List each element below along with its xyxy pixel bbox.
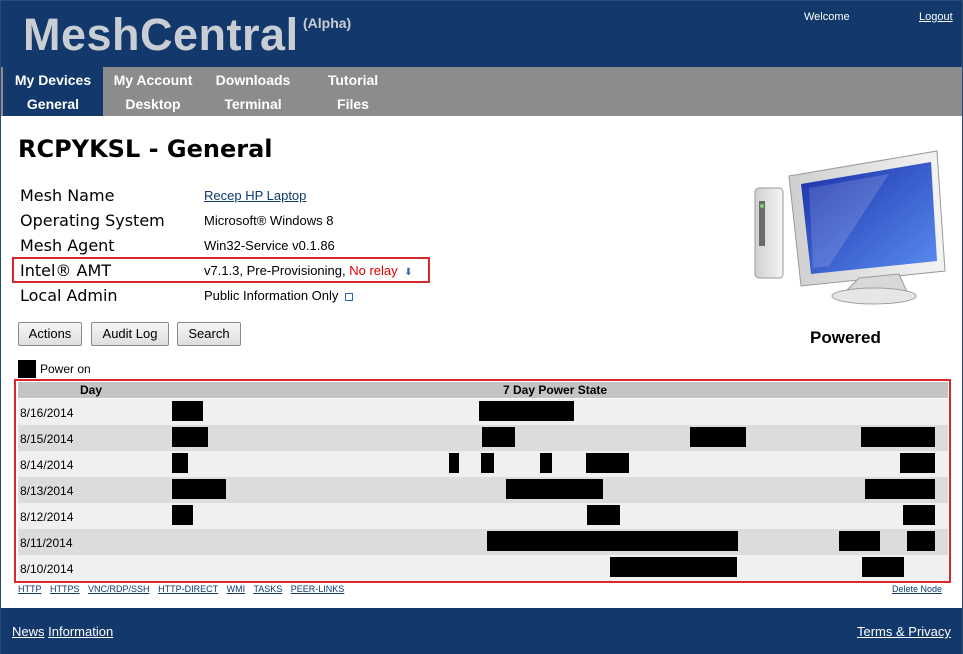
table-row: 8/10/2014 <box>18 555 948 581</box>
power-on-bar <box>865 479 935 499</box>
row-date: 8/14/2014 <box>20 458 74 472</box>
power-on-bar <box>172 479 226 499</box>
power-on-bar <box>610 557 737 577</box>
power-on-bar <box>907 531 935 551</box>
power-on-bar <box>506 479 603 499</box>
table-row: 8/13/2014 <box>18 477 948 503</box>
os-value: Microsoft® Windows 8 <box>204 213 334 228</box>
header-power-state: 7 Day Power State <box>503 383 608 397</box>
nav-downloads[interactable]: Downloads <box>203 68 303 92</box>
amt-version: v7.1.3, Pre-Provisioning, <box>204 263 346 278</box>
power-on-bar <box>861 427 935 447</box>
link-http-direct[interactable]: HTTP-DIRECT <box>158 584 218 594</box>
field-label-mesh-agent: Mesh Agent <box>20 236 115 255</box>
welcome-text: Welcome <box>804 11 850 23</box>
power-on-bar <box>586 453 629 473</box>
table-row: 8/15/2014 <box>18 425 948 451</box>
search-button[interactable]: Search <box>177 322 241 346</box>
power-on-bar <box>172 453 188 473</box>
power-on-legend-swatch <box>18 360 36 378</box>
field-label-local-admin: Local Admin <box>20 286 118 305</box>
download-icon[interactable]: ⬇ <box>404 267 412 278</box>
mesh-agent-value: Win32-Service v0.1.86 <box>204 238 335 253</box>
row-date: 8/12/2014 <box>20 510 74 524</box>
table-header: Day 7 Day Power State <box>18 382 948 398</box>
row-date: 8/13/2014 <box>20 484 74 498</box>
power-on-bar <box>900 453 935 473</box>
power-on-bar <box>449 453 459 473</box>
mesh-name-link[interactable]: Recep HP Laptop <box>204 188 306 203</box>
power-on-bar <box>587 505 620 525</box>
power-on-bar <box>487 531 738 551</box>
power-on-bar <box>172 505 193 525</box>
footer-left: News Information <box>12 624 113 639</box>
power-on-bar <box>172 427 208 447</box>
header-day: Day <box>80 383 103 397</box>
page-title: RCPYKSL - General <box>18 135 273 163</box>
power-on-bar <box>482 427 515 447</box>
connection-links: HTTP HTTPS VNC/RDP/SSH HTTP-DIRECT WMI T… <box>18 584 350 594</box>
app-logo: MeshCentral <box>23 9 299 60</box>
row-date: 8/16/2014 <box>20 406 74 420</box>
actions-button[interactable]: Actions <box>18 322 82 346</box>
tab-desktop[interactable]: Desktop <box>103 92 203 116</box>
link-https[interactable]: HTTPS <box>50 584 80 594</box>
power-on-bar <box>172 401 203 421</box>
link-http[interactable]: HTTP <box>18 584 42 594</box>
link-peer-links[interactable]: PEER-LINKS <box>291 584 345 594</box>
table-row: 8/11/2014 <box>18 529 948 555</box>
tab-files[interactable]: Files <box>303 92 403 116</box>
power-on-legend-label: Power on <box>40 362 91 376</box>
logout-link[interactable]: Logout <box>919 11 953 23</box>
power-on-bar <box>481 453 494 473</box>
power-on-bar <box>540 453 552 473</box>
table-row: 8/12/2014 <box>18 503 948 529</box>
footer: News Information Terms & Privacy <box>1 608 962 654</box>
local-admin-value: Public Information Only <box>204 288 354 303</box>
link-wmi[interactable]: WMI <box>227 584 246 594</box>
nav-tutorial[interactable]: Tutorial <box>303 68 403 92</box>
row-date: 8/11/2014 <box>20 536 73 550</box>
power-on-bar <box>903 505 935 525</box>
nav-bar: My Devices My Account Downloads Tutorial… <box>1 67 962 116</box>
power-state-table: Day 7 Day Power State 8/16/2014 8/15/201… <box>18 382 948 581</box>
news-link[interactable]: News <box>12 624 45 639</box>
logo-suffix: (Alpha) <box>303 15 352 31</box>
amt-value: v7.1.3, Pre-Provisioning, No relay ⬇ <box>204 263 413 278</box>
field-label-os: Operating System <box>20 211 165 230</box>
tab-terminal[interactable]: Terminal <box>203 92 303 116</box>
power-on-bar <box>862 557 904 577</box>
link-vnc-rdp-ssh[interactable]: VNC/RDP/SSH <box>88 584 150 594</box>
tab-general[interactable]: General <box>3 92 103 116</box>
nav-my-devices[interactable]: My Devices <box>3 68 103 92</box>
power-on-bar <box>839 531 880 551</box>
external-link-icon[interactable] <box>345 292 354 301</box>
audit-log-button[interactable]: Audit Log <box>91 322 169 346</box>
header: MeshCentral (Alpha) Welcome Logout <box>1 1 962 67</box>
nav-my-account[interactable]: My Account <box>103 68 203 92</box>
amt-relay-status: No relay <box>349 263 398 278</box>
field-label-amt: Intel® AMT <box>20 261 112 280</box>
terms-privacy-link[interactable]: Terms & Privacy <box>857 624 951 639</box>
local-admin-text: Public Information Only <box>204 288 339 303</box>
power-on-bar <box>479 401 574 421</box>
delete-node-link[interactable]: Delete Node <box>892 584 942 594</box>
computer-icon <box>754 150 946 305</box>
power-on-bar <box>690 427 746 447</box>
field-label-mesh-name: Mesh Name <box>20 186 115 205</box>
information-link[interactable]: Information <box>48 624 113 639</box>
table-row: 8/14/2014 <box>18 451 948 477</box>
row-date: 8/15/2014 <box>20 432 74 446</box>
row-date: 8/10/2014 <box>20 562 74 576</box>
table-row: 8/16/2014 <box>18 399 948 425</box>
power-status: Powered <box>810 328 881 347</box>
link-tasks[interactable]: TASKS <box>253 584 282 594</box>
